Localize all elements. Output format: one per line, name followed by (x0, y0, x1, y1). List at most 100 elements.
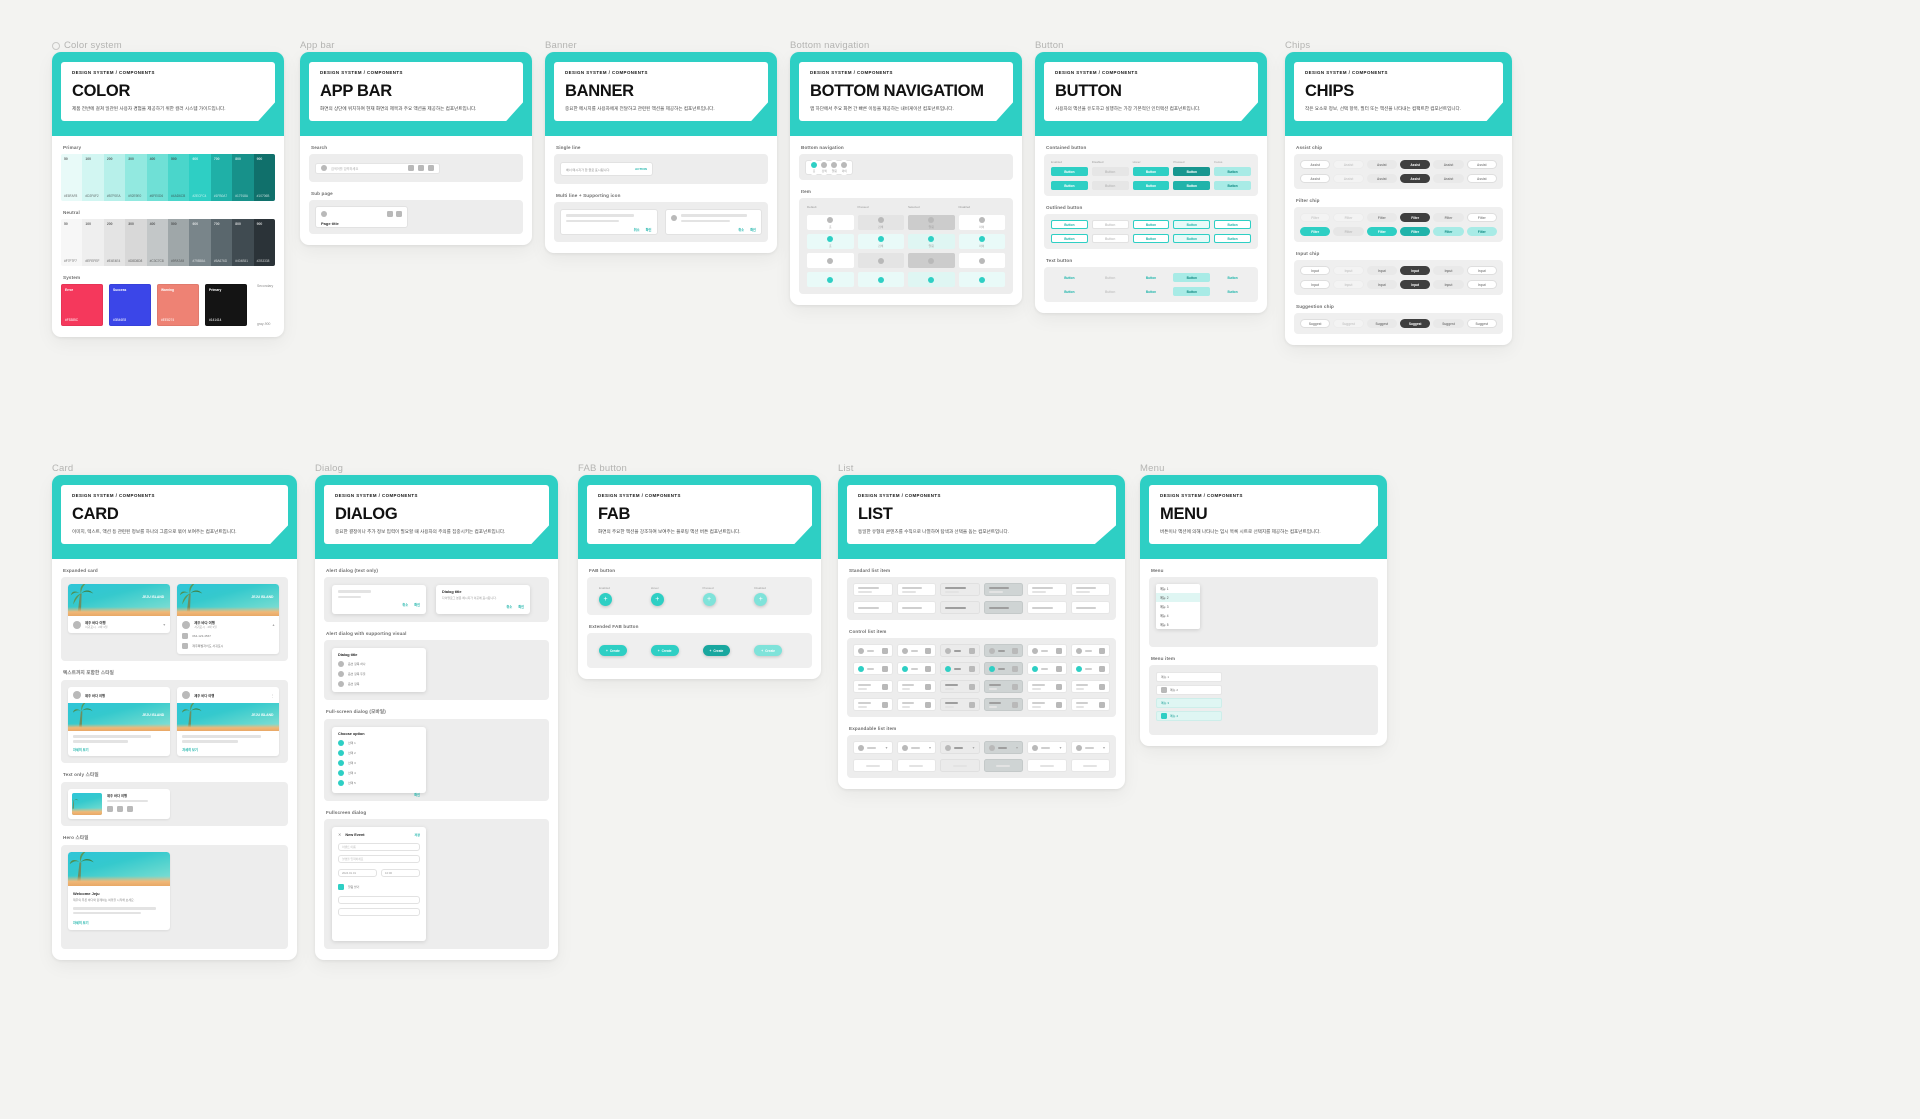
chevron-down-icon[interactable]: ▾ (163, 622, 165, 627)
chevron-down-icon[interactable]: ▾ (885, 745, 887, 750)
chip-variant[interactable]: Input (1333, 266, 1364, 276)
expandable-list-item[interactable] (853, 759, 893, 773)
card-list[interactable]: DESIGN SYSTEM / COMPONENTS LIST 동일한 유형의 … (838, 475, 1125, 790)
button-variant[interactable]: Button (1214, 234, 1251, 244)
extended-fab-button[interactable]: + Create (754, 645, 783, 657)
trailing-control-icon[interactable] (1055, 647, 1062, 654)
banner-cancel-button[interactable]: 취소 (634, 227, 640, 232)
control-list-item[interactable] (1070, 698, 1110, 712)
expandable-list-item[interactable] (896, 759, 936, 773)
chip-variant[interactable]: Assist (1400, 160, 1431, 170)
bottom-nav-item-variant[interactable]: 검색 (857, 215, 904, 231)
chip-variant[interactable]: Assist (1400, 174, 1431, 184)
trailing-control-icon[interactable] (1099, 665, 1105, 672)
chip-variant[interactable]: Input (1400, 280, 1431, 290)
fullscreen-option[interactable]: 선택 4 (338, 770, 420, 777)
trailing-control-icon[interactable] (968, 647, 975, 654)
control-list-item[interactable] (896, 662, 936, 676)
dialog-cancel-button[interactable]: 취소 (402, 602, 408, 607)
checkbox-icon[interactable] (338, 884, 344, 891)
bottom-nav-item[interactable]: 알림 (831, 159, 838, 175)
menu-item[interactable]: 메뉴 3 (1156, 602, 1200, 611)
trailing-control-icon[interactable] (1099, 683, 1105, 690)
button-variant[interactable]: Button (1092, 273, 1129, 282)
chip-variant[interactable]: Input (1333, 280, 1364, 290)
expandable-list-item[interactable] (940, 759, 980, 773)
color-swatch[interactable]: 700 #1FB0A7 (210, 154, 233, 202)
system-color-swatch[interactable]: Primary #141414 (205, 284, 247, 327)
trailing-control-icon[interactable] (925, 683, 931, 690)
menu-item-variant[interactable]: 메뉴 1 (1156, 672, 1222, 683)
fullscreen-option[interactable]: 선택 1 (338, 740, 420, 747)
banner-multi-b[interactable]: 취소 확인 (664, 209, 762, 236)
expandable-list-item[interactable]: ▾ (1027, 741, 1067, 755)
chip-variant[interactable]: Input (1366, 280, 1397, 290)
radio-icon[interactable] (945, 647, 951, 654)
chip-variant[interactable]: Filter (1300, 213, 1331, 223)
chip-variant[interactable]: Assist (1300, 174, 1331, 184)
list-item[interactable] (983, 601, 1023, 615)
sample-card-top-header[interactable]: 제주 바다 여행 JEJU ISLAND 자세히 보기 (68, 687, 171, 756)
expandable-list-item[interactable]: ▾ (853, 741, 893, 755)
chip-variant[interactable]: Assist (1433, 160, 1464, 170)
chip-variant[interactable]: Suggest (1400, 319, 1431, 329)
bookmark-icon[interactable] (117, 806, 123, 813)
button-variant[interactable]: Button (1051, 234, 1088, 244)
color-swatch[interactable]: 600 #2ECFC4 (189, 154, 211, 202)
radio-icon[interactable] (338, 760, 344, 767)
bottom-nav-item-variant[interactable] (857, 272, 904, 288)
color-swatch[interactable]: 300 #D8D8D8 (125, 219, 147, 267)
control-list-item[interactable] (1027, 662, 1067, 676)
chip-variant[interactable]: Assist (1433, 174, 1464, 184)
bottom-nav-item[interactable]: 홈 (811, 159, 818, 175)
button-variant[interactable]: Button (1132, 220, 1170, 230)
card-fab[interactable]: DESIGN SYSTEM / COMPONENTS FAB 화면의 주요한 액… (578, 475, 821, 680)
card-menu[interactable]: DESIGN SYSTEM / COMPONENTS MENU 버튼이나 액션에… (1140, 475, 1387, 747)
bottom-nav-item-variant[interactable]: 알림 (908, 215, 955, 231)
list-item[interactable] (1070, 601, 1110, 615)
chip-variant[interactable]: Input (1366, 266, 1397, 276)
card-hero-action[interactable]: 자세히 보기 (73, 920, 89, 925)
sample-card-collapsed[interactable]: JEJU ISLAND 제주 바다 여행 서귀포시 · 2박 3일 ▾ (68, 584, 171, 634)
chip-variant[interactable]: Input (1300, 266, 1331, 276)
bottom-nav-bar[interactable]: 홈 검색 알림 마이 (805, 159, 854, 175)
radio-icon[interactable] (858, 647, 864, 654)
chip-variant[interactable]: Input (1300, 280, 1331, 290)
card-action-button[interactable]: 자세히 보기 (73, 747, 89, 752)
chip-variant[interactable]: Assist (1466, 160, 1497, 170)
radio-icon[interactable] (1032, 665, 1038, 672)
alert-dialog-a[interactable]: 취소 확인 (332, 585, 427, 615)
trailing-control-icon[interactable] (1012, 647, 1018, 654)
bottom-nav-item-variant[interactable] (807, 253, 854, 269)
control-list-item[interactable] (896, 698, 936, 712)
color-swatch[interactable]: 50 #F7F7F7 (61, 219, 83, 267)
trailing-control-icon[interactable] (1012, 701, 1018, 708)
menu-item[interactable]: 메뉴 2 (1156, 593, 1200, 603)
banner-confirm-button[interactable]: 확인 (646, 227, 652, 232)
extended-fab-button[interactable]: + Create (650, 645, 679, 657)
button-variant[interactable]: Button (1092, 287, 1129, 296)
button-variant[interactable]: Button (1091, 220, 1129, 230)
color-swatch[interactable]: 800 #404B51 (232, 219, 254, 267)
bottom-nav-item-variant[interactable]: 검색 (857, 234, 904, 250)
list-item[interactable] (983, 583, 1023, 597)
control-list-item[interactable] (896, 680, 936, 694)
control-list-item[interactable] (983, 698, 1023, 712)
radio-icon[interactable] (988, 665, 995, 672)
color-swatch[interactable]: 700 #5A676D (210, 219, 233, 267)
trailing-control-icon[interactable] (925, 701, 931, 708)
trailing-control-icon[interactable] (881, 665, 888, 672)
button-variant[interactable]: Button (1214, 167, 1251, 177)
chip-variant[interactable]: Suggest (1433, 319, 1464, 329)
form-field-name[interactable]: 이벤트 이름 (342, 845, 356, 849)
back-arrow-icon[interactable] (321, 211, 327, 218)
trailing-control-icon[interactable] (881, 683, 888, 690)
trailing-control-icon[interactable] (968, 701, 975, 708)
form-date[interactable]: 2024.01.01 (342, 871, 356, 875)
trailing-control-icon[interactable] (1055, 683, 1062, 690)
color-swatch[interactable]: 300 #92E9E0 (125, 154, 147, 202)
card-button[interactable]: DESIGN SYSTEM / COMPONENTS BUTTON 사용자의 액… (1035, 52, 1267, 314)
system-color-swatch[interactable]: Success #3B46E8 (109, 284, 151, 327)
trailing-control-icon[interactable] (1055, 665, 1062, 672)
list-item[interactable] (896, 601, 936, 615)
